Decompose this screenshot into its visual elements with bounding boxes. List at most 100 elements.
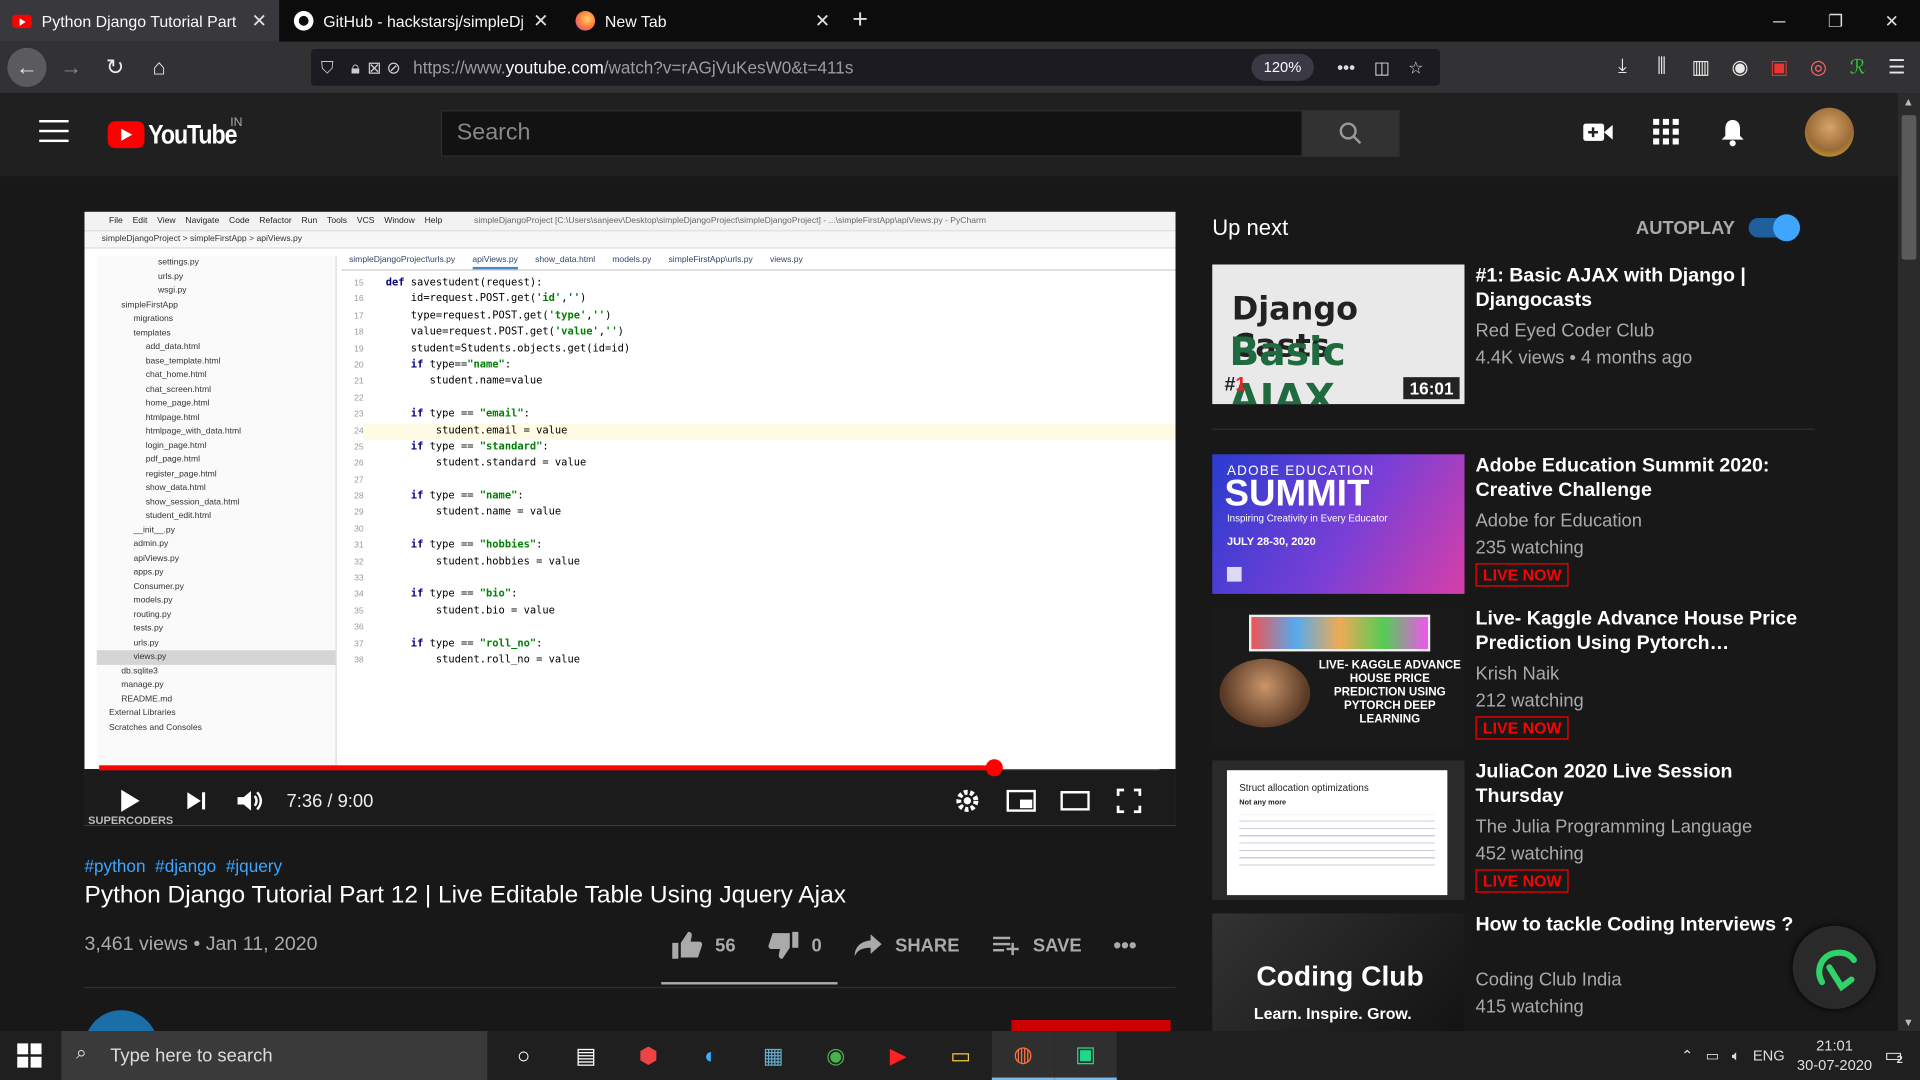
- permissions-icon[interactable]: ⊠: [367, 57, 381, 78]
- hashtag-link[interactable]: #django: [155, 856, 216, 876]
- menu-icon[interactable]: ☰: [1883, 55, 1910, 79]
- close-tab-icon[interactable]: ✕: [252, 10, 267, 32]
- related-video-card[interactable]: Django Casts Basic AJAX #1 16:01 #1: Bas…: [1212, 264, 1812, 405]
- new-tab-plus-icon[interactable]: +: [852, 4, 868, 36]
- apps-grid-icon[interactable]: [1653, 118, 1680, 146]
- related-video-card[interactable]: LIVE- KAGGLE ADVANCE HOUSE PRICE PREDICT…: [1212, 607, 1812, 747]
- video-card-channel[interactable]: Coding Club India: [1476, 970, 1622, 991]
- close-tab-icon[interactable]: ✕: [533, 10, 548, 32]
- library-icon[interactable]: ⫼: [1648, 56, 1675, 78]
- lock-icon[interactable]: 🔒︎: [351, 57, 360, 78]
- dislike-button[interactable]: 0: [767, 931, 822, 960]
- taskbar-search-input[interactable]: ⌕ Type here to search: [61, 1031, 488, 1080]
- scroll-down-arrow-icon[interactable]: ▼: [1903, 1016, 1914, 1028]
- back-arrow-icon[interactable]: ←: [7, 47, 47, 87]
- file-explorer-icon[interactable]: ▭: [929, 1031, 991, 1080]
- video-card-title[interactable]: How to tackle Coding Interviews ?: [1476, 913, 1807, 937]
- fullscreen-icon[interactable]: [1113, 785, 1145, 817]
- video-card-title[interactable]: JuliaCon 2020 Live Session Thursday: [1476, 760, 1807, 809]
- youtube-app-icon[interactable]: ▶: [867, 1031, 929, 1080]
- user-avatar[interactable]: [1804, 107, 1854, 157]
- save-button[interactable]: SAVE: [991, 933, 1082, 957]
- related-video-card[interactable]: Struct allocation optimizations Not any …: [1212, 760, 1812, 901]
- clock[interactable]: 21:01 30-07-2020: [1797, 1036, 1872, 1075]
- youtube-logo[interactable]: YouTube IN: [107, 116, 251, 151]
- search-input[interactable]: Search: [440, 110, 1303, 157]
- extension-icon[interactable]: ▣: [1766, 55, 1793, 79]
- download-icon[interactable]: ⤓: [1609, 56, 1636, 78]
- close-window-icon[interactable]: ✕: [1864, 0, 1920, 42]
- video-thumbnail[interactable]: ADOBE EDUCATION SUMMIT Inspiring Creativ…: [1212, 454, 1465, 594]
- video-card-title[interactable]: Adobe Education Summit 2020: Creative Ch…: [1476, 454, 1807, 503]
- scrollbar-thumb[interactable]: [1901, 115, 1917, 260]
- pycharm-icon[interactable]: ▣: [1054, 1031, 1117, 1080]
- notifications-bell-icon[interactable]: [1719, 118, 1746, 147]
- home-icon[interactable]: ⌂: [140, 48, 179, 87]
- pocket-icon[interactable]: ◫: [1374, 57, 1390, 78]
- chrome-icon[interactable]: ◉: [804, 1031, 866, 1080]
- windows-start-icon[interactable]: [17, 1043, 42, 1074]
- battery-icon[interactable]: ▭: [1706, 1047, 1720, 1064]
- close-tab-icon[interactable]: ✕: [815, 10, 830, 32]
- shield-icon[interactable]: ⛉: [321, 57, 334, 78]
- microsoft-store-icon[interactable]: ▦: [742, 1031, 804, 1080]
- notifications-icon[interactable]: ▭ 2: [1884, 1043, 1903, 1067]
- minimize-icon[interactable]: ─: [1751, 0, 1807, 42]
- ide-line-number: 25: [354, 443, 364, 452]
- reload-icon[interactable]: ↻: [96, 48, 135, 87]
- guide-menu-icon[interactable]: [39, 120, 69, 143]
- like-button[interactable]: 56: [671, 931, 736, 960]
- more-actions-icon[interactable]: •••: [1337, 58, 1355, 78]
- speaker-icon[interactable]: 🔈︎: [1732, 1046, 1741, 1064]
- floating-extension-button[interactable]: [1792, 925, 1876, 1009]
- next-video-icon[interactable]: [180, 785, 212, 817]
- theater-mode-icon[interactable]: [1059, 785, 1091, 817]
- hashtag-link[interactable]: #python: [84, 856, 145, 876]
- edge-browser-icon[interactable]: ◐: [680, 1031, 742, 1080]
- hashtag-link[interactable]: #jquery: [226, 856, 282, 876]
- browser-tab-github[interactable]: GitHub - hackstarsj/simpleDjan ✕: [282, 0, 561, 42]
- extension-icon[interactable]: ◎: [1805, 55, 1832, 79]
- settings-gear-icon[interactable]: [951, 785, 983, 817]
- more-options-icon[interactable]: •••: [1113, 932, 1136, 958]
- sidebar-icon[interactable]: ▥: [1687, 55, 1714, 79]
- page-scrollbar[interactable]: ▲ ▼: [1897, 93, 1920, 1032]
- video-card-title[interactable]: #1: Basic AJAX with Django | Djangocasts: [1476, 264, 1807, 313]
- cortana-icon[interactable]: ○: [492, 1031, 554, 1080]
- video-thumbnail[interactable]: Django Casts Basic AJAX #1 16:01: [1212, 264, 1465, 405]
- video-card-channel[interactable]: Adobe for Education: [1476, 511, 1642, 532]
- restore-icon[interactable]: ❐: [1807, 0, 1863, 42]
- volume-icon[interactable]: [234, 785, 266, 817]
- extension-icon[interactable]: ◉: [1727, 55, 1754, 79]
- language-indicator[interactable]: ENG: [1753, 1047, 1785, 1064]
- grammarly-icon[interactable]: ⬢: [617, 1031, 679, 1080]
- video-player[interactable]: File Edit View Navigate Code Refactor Run Tools…: [84, 211, 1176, 826]
- video-thumbnail[interactable]: LIVE- KAGGLE ADVANCE HOUSE PRICE PREDICT…: [1212, 607, 1465, 747]
- video-card-channel[interactable]: Red Eyed Coder Club: [1476, 321, 1655, 342]
- bookmark-star-icon[interactable]: ☆: [1408, 57, 1423, 78]
- browser-tab-youtube[interactable]: Python Django Tutorial Part 12 ✕: [0, 0, 280, 42]
- play-icon[interactable]: [114, 785, 146, 817]
- autoplay-blocked-icon[interactable]: ⊘: [387, 57, 401, 78]
- miniplayer-icon[interactable]: [1005, 785, 1037, 817]
- video-card-channel[interactable]: The Julia Programming Language: [1476, 817, 1753, 838]
- share-button[interactable]: SHARE: [854, 933, 959, 957]
- firefox-taskbar-icon[interactable]: ◍: [991, 1031, 1055, 1080]
- video-progress-bar[interactable]: [99, 759, 1160, 777]
- scroll-up-arrow-icon[interactable]: ▲: [1903, 96, 1914, 108]
- address-bar[interactable]: ⛉ 🔒︎ ⊠ ⊘ https://www.youtube.com/watch?v…: [311, 48, 1441, 86]
- progress-scrubber[interactable]: [985, 759, 1003, 777]
- browser-tab-newtab[interactable]: New Tab ✕: [563, 0, 842, 42]
- autoplay-toggle[interactable]: [1748, 214, 1801, 242]
- zoom-level[interactable]: 120%: [1251, 53, 1314, 81]
- show-hidden-icons-icon[interactable]: ⌃: [1681, 1047, 1693, 1064]
- video-card-title[interactable]: Live- Kaggle Advance House Price Predict…: [1476, 607, 1807, 656]
- extension-icon[interactable]: ℛ: [1844, 55, 1871, 79]
- related-video-card[interactable]: ADOBE EDUCATION SUMMIT Inspiring Creativ…: [1212, 454, 1812, 594]
- search-button[interactable]: [1301, 110, 1400, 157]
- create-video-icon[interactable]: [1582, 120, 1614, 144]
- video-card-channel[interactable]: Krish Naik: [1476, 664, 1560, 685]
- video-thumbnail[interactable]: Struct allocation optimizations Not any …: [1212, 760, 1465, 901]
- task-view-icon[interactable]: ▤: [555, 1031, 617, 1080]
- forward-arrow-icon[interactable]: →: [51, 48, 90, 87]
